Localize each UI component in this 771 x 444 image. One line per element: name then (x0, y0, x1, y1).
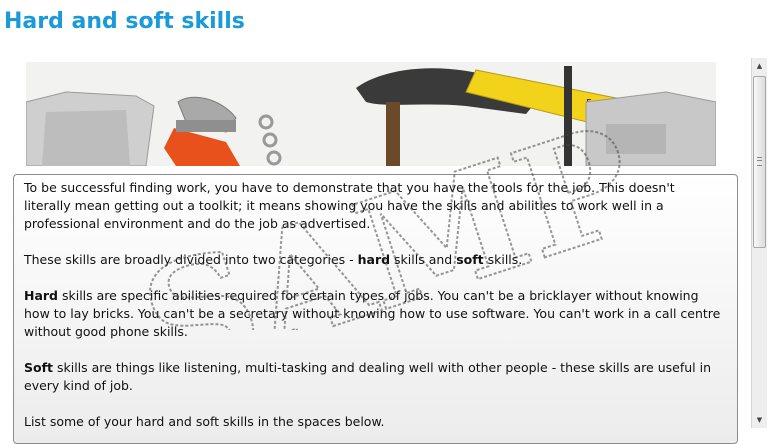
grip-icon (757, 157, 762, 166)
arrow-up-icon[interactable]: ▲ (752, 58, 767, 74)
hard-heading: Hard (24, 288, 59, 303)
tools-illustration: 56 789 (26, 62, 716, 166)
soft-keyword: soft (456, 252, 484, 267)
paragraph-soft-skills: Soft skills are things like listening, m… (24, 359, 723, 395)
arrow-down-icon[interactable]: ▼ (752, 412, 767, 428)
soft-heading: Soft (24, 360, 54, 375)
page-title: Hard and soft skills (4, 9, 245, 34)
content-panel: To be successful finding work, you have … (13, 174, 738, 444)
hard-keyword: hard (357, 252, 391, 267)
paragraph-categories: These skills are broadly divided into tw… (24, 251, 723, 269)
scroll-thumb[interactable] (753, 76, 766, 248)
vertical-scrollbar[interactable]: ▲ ▼ (751, 58, 767, 428)
categories-text-3: skills. (483, 252, 523, 267)
soft-skills-text: skills are things like listening, multi-… (24, 360, 711, 393)
paragraph-intro: To be successful finding work, you have … (24, 180, 675, 231)
paragraph-instruction: List some of your hard and soft skills i… (24, 414, 385, 429)
categories-text-1: These skills are broadly divided into tw… (24, 252, 358, 267)
categories-text-2: skills and (390, 252, 457, 267)
paragraph-hard-skills: Hard skills are specific abilities requi… (24, 287, 723, 341)
content-text: To be successful finding work, you have … (14, 175, 737, 431)
hard-skills-text: skills are specific abilities required f… (24, 288, 721, 339)
tools-banner-image: 56 789 (26, 62, 716, 166)
